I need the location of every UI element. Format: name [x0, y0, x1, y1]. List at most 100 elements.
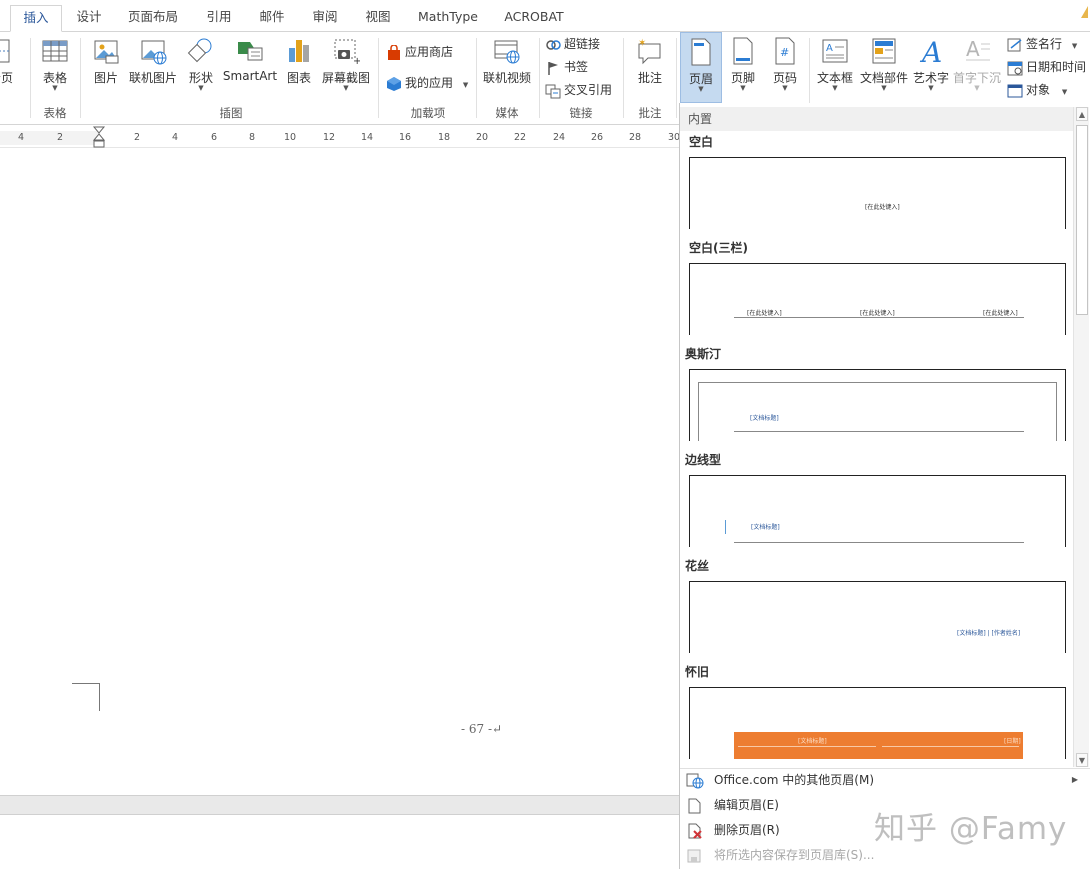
scroll-down-icon[interactable]: ▼	[1076, 753, 1088, 767]
tab-mailings[interactable]: 邮件	[250, 5, 294, 32]
table-icon	[42, 40, 68, 62]
date-time-button[interactable]: 日期和时间	[1007, 57, 1086, 77]
group-separator	[623, 38, 624, 118]
online-video-button[interactable]: 联机视频	[480, 36, 534, 86]
ribbon-tab-bar: 插入 设计 页面布局 引用 邮件 审阅 视图 MathType ACROBAT	[0, 0, 1090, 32]
gallery-item-title: 花丝	[685, 559, 710, 573]
cross-reference-label: 交叉引用	[564, 83, 613, 97]
online-video-label: 联机视频	[482, 71, 531, 85]
cross-reference-button[interactable]: 交叉引用	[545, 80, 612, 100]
page-break-icon	[0, 39, 11, 63]
store-button[interactable]: 应用商店	[386, 42, 453, 62]
group-label-illustrations: 插图	[219, 106, 243, 120]
delete-page-icon	[688, 823, 702, 839]
ruler-label: 22	[514, 132, 527, 143]
svg-text:✶: ✶	[638, 38, 646, 49]
thumb-placeholder-text: [在此处键入]	[865, 204, 900, 211]
ribbon-collapse-icon[interactable]	[1081, 6, 1088, 18]
object-button[interactable]: 对象 ▼	[1007, 80, 1067, 100]
thumb-rule	[882, 746, 1019, 747]
my-apps-button[interactable]: 我的应用 ▼	[386, 73, 468, 93]
ruler-label: 4	[18, 132, 25, 143]
gallery-item-title: 空白	[689, 135, 714, 149]
tab-references[interactable]: 引用	[197, 5, 241, 32]
page-break-label: 分页	[0, 71, 13, 85]
ruler-label: 12	[323, 132, 336, 143]
menu-remove-header[interactable]: 删除页眉(R)	[686, 819, 780, 841]
chevron-down-icon: ▼	[343, 84, 349, 92]
signature-line-button[interactable]: 签名行 ▼	[1007, 34, 1077, 54]
footer-button[interactable]: 页脚 ▼	[724, 36, 762, 92]
scrollbar-thumb[interactable]	[1076, 125, 1088, 315]
chevron-down-icon: ▼	[462, 81, 469, 89]
ruler-label: 6	[211, 132, 218, 143]
screenshot-button[interactable]: + 屏幕截图 ▼	[318, 36, 374, 92]
thumb-sideline	[725, 520, 726, 534]
gallery-item-sideline[interactable]: [文档标题]	[689, 475, 1066, 547]
tab-mathtype[interactable]: MathType	[410, 5, 486, 32]
scroll-up-icon[interactable]: ▲	[1076, 107, 1088, 121]
gallery-item-filigree[interactable]: [文档标题] | [作者姓名]	[689, 581, 1066, 653]
table-label: 表格	[42, 71, 67, 85]
watermark-text: 知乎 @Famy	[874, 811, 1068, 847]
ruler-label: 20	[476, 132, 489, 143]
tab-insert[interactable]: 插入	[10, 5, 62, 32]
document-page[interactable]	[0, 149, 679, 794]
hyperlink-button[interactable]: 超链接	[545, 34, 600, 54]
tab-view[interactable]: 视图	[356, 5, 400, 32]
tab-design[interactable]: 设计	[67, 5, 111, 32]
chevron-down-icon: ▼	[782, 84, 788, 92]
group-label-links: 链接	[569, 106, 593, 120]
page-number-button[interactable]: # 页码 ▼	[766, 36, 804, 92]
bookmark-button[interactable]: 书签	[545, 57, 588, 77]
gallery-item-title: 怀旧	[685, 665, 710, 679]
page-number-text[interactable]: - 67 -↵	[461, 722, 502, 736]
thumb-placeholder-text: [文档标题]	[798, 738, 827, 745]
gallery-item-blank-three-column[interactable]: [在此处键入] [在此处键入] [在此处键入]	[689, 263, 1066, 335]
menu-save-selection[interactable]: 将所选内容保存到页眉库(S)...	[686, 844, 874, 866]
hyperlink-label: 超链接	[564, 37, 601, 51]
gallery-item-austin[interactable]: [文档标题]	[689, 369, 1066, 441]
tab-page-layout[interactable]: 页面布局	[121, 5, 185, 32]
group-label-comments: 批注	[638, 106, 662, 120]
drop-cap-icon: A	[966, 37, 990, 61]
cross-reference-icon	[545, 84, 561, 98]
save-gallery-icon	[687, 849, 701, 862]
tab-review[interactable]: 审阅	[303, 5, 347, 32]
picture-button[interactable]: 图片	[88, 36, 124, 86]
drop-cap-button[interactable]: A 首字下沉 ▼	[952, 36, 1002, 92]
header-button[interactable]: 页眉 ▼	[680, 32, 722, 103]
chart-label: 图表	[286, 71, 311, 85]
footer-label: 页脚	[730, 71, 755, 85]
smartart-label: SmartArt	[222, 69, 278, 83]
comment-button[interactable]: ✶ 批注	[630, 36, 670, 86]
menu-more-headers-office[interactable]: Office.com 中的其他页眉(M) ▶	[686, 769, 1086, 791]
tab-acrobat[interactable]: ACROBAT	[497, 5, 571, 32]
wordart-button[interactable]: A 艺术字 ▼	[911, 36, 951, 92]
ruler-label: 18	[438, 132, 451, 143]
shapes-button[interactable]: 形状 ▼	[184, 36, 218, 92]
chevron-down-icon: ▼	[740, 84, 746, 92]
gallery-scrollbar[interactable]: ▲ ▼	[1073, 107, 1089, 767]
chart-button[interactable]: 图表	[283, 36, 315, 86]
group-label-table: 表格	[43, 106, 67, 120]
horizontal-scrollbar[interactable]	[0, 795, 679, 815]
online-picture-button[interactable]: 联机图片	[127, 36, 179, 86]
smartart-button[interactable]: SmartArt	[222, 36, 278, 83]
thumb-rule	[734, 317, 1024, 318]
gallery-item-blank[interactable]: [在此处键入]	[689, 157, 1066, 229]
menu-edit-header[interactable]: 编辑页眉(E)	[686, 794, 779, 816]
svg-text:A: A	[919, 36, 942, 66]
ruler-label: 8	[249, 132, 256, 143]
online-picture-label: 联机图片	[128, 71, 177, 85]
quick-parts-button[interactable]: 文档部件 ▼	[858, 36, 910, 92]
textbox-button[interactable]: A 文本框 ▼	[814, 36, 856, 92]
picture-label: 图片	[93, 71, 118, 85]
table-button[interactable]: 表格 ▼	[36, 36, 74, 92]
gallery-item-retrospect[interactable]: [文档标题] [日期]	[689, 687, 1066, 759]
page-break-button[interactable]: 分页	[0, 36, 16, 86]
group-separator	[378, 38, 379, 118]
horizontal-ruler[interactable]: 4 2 2 4 6 8 10 12 14 16 18 20 22 24 26 2…	[0, 126, 680, 148]
my-apps-label: 我的应用	[405, 76, 454, 90]
menu-edit-header-label: 编辑页眉(E)	[714, 798, 779, 812]
